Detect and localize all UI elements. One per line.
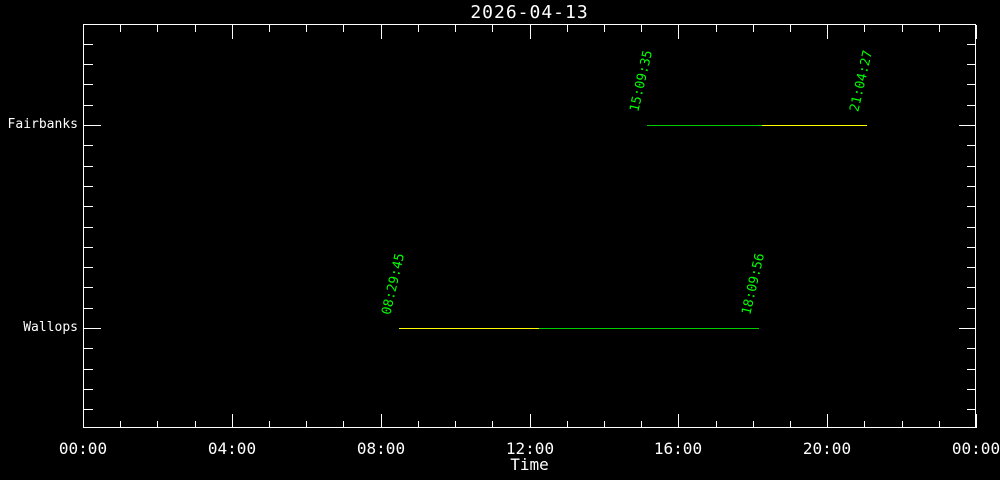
y-tick [84,64,93,65]
x-tick [381,414,382,428]
y-tick [967,227,976,228]
y-tick [84,145,93,146]
x-tick [827,414,828,428]
x-tick [567,421,568,428]
x-tick [604,25,605,32]
x-tick [939,25,940,32]
x-tick [120,421,121,428]
y-tick [967,64,976,65]
y-axis-station-label: Wallops [23,320,78,335]
y-tick [84,105,93,106]
x-axis-label: Time [510,455,549,474]
y-tick [967,84,976,85]
y-axis-station-label: Fairbanks [7,117,78,132]
x-tick [157,421,158,428]
chart-title: 2026-04-13 [470,2,589,23]
y-tick [967,287,976,288]
y-tick [84,227,93,228]
x-tick [455,25,456,32]
x-tick [492,421,493,428]
y-tick [84,44,93,45]
x-tick [864,25,865,32]
x-tick [195,421,196,428]
x-tick [343,421,344,428]
pass-segment [647,125,763,126]
y-tick [967,409,976,410]
x-tick [604,421,605,428]
plot-frame [83,24,976,428]
y-tick [84,166,93,167]
y-tick [967,308,976,309]
y-tick [959,328,976,329]
y-tick [84,84,93,85]
x-tick [83,414,84,428]
y-tick [84,389,93,390]
y-tick [967,166,976,167]
y-tick [84,348,93,349]
x-tick [716,421,717,428]
x-tick [976,414,977,428]
x-tick [455,421,456,428]
x-tick [641,25,642,32]
y-tick [84,287,93,288]
x-tick [306,421,307,428]
y-tick [967,247,976,248]
x-tick [306,25,307,32]
y-tick [84,409,93,410]
y-tick [967,145,976,146]
x-tick [157,25,158,32]
x-tick [827,25,828,39]
y-tick [967,267,976,268]
x-tick [269,25,270,32]
x-tick [790,421,791,428]
x-tick [678,414,679,428]
y-tick [967,369,976,370]
x-tick [83,25,84,39]
y-tick [84,369,93,370]
x-tick [939,421,940,428]
x-tick [902,25,903,32]
x-tick [381,25,382,39]
pass-schedule-chart: 2026-04-13 00:00 04:00 08:00 12:00 16:00 20:0… [0,0,1000,480]
x-tick [790,25,791,32]
y-tick [967,105,976,106]
y-tick [84,267,93,268]
x-tick [232,25,233,39]
x-tick [530,414,531,428]
x-tick [232,414,233,428]
x-tick [269,421,270,428]
x-tick [530,25,531,39]
y-tick [967,348,976,349]
pass-segment [399,328,539,329]
x-tick [976,25,977,39]
x-tick [864,421,865,428]
y-tick [967,186,976,187]
y-tick [967,44,976,45]
x-tick [753,421,754,428]
y-tick [84,125,101,126]
x-tick [418,421,419,428]
y-tick [959,125,976,126]
x-tick [902,421,903,428]
x-tick [678,25,679,39]
x-tick [492,25,493,32]
x-tick [716,25,717,32]
x-tick [567,25,568,32]
x-tick [343,25,344,32]
pass-segment [762,125,868,126]
y-tick [967,389,976,390]
x-tick [753,25,754,32]
x-tick [641,421,642,428]
y-tick [84,186,93,187]
y-tick [84,328,101,329]
x-tick [195,25,196,32]
x-tick [418,25,419,32]
y-tick [967,206,976,207]
pass-segment [538,328,759,329]
y-tick [84,308,93,309]
y-tick [84,206,93,207]
y-tick [84,247,93,248]
x-tick [120,25,121,32]
